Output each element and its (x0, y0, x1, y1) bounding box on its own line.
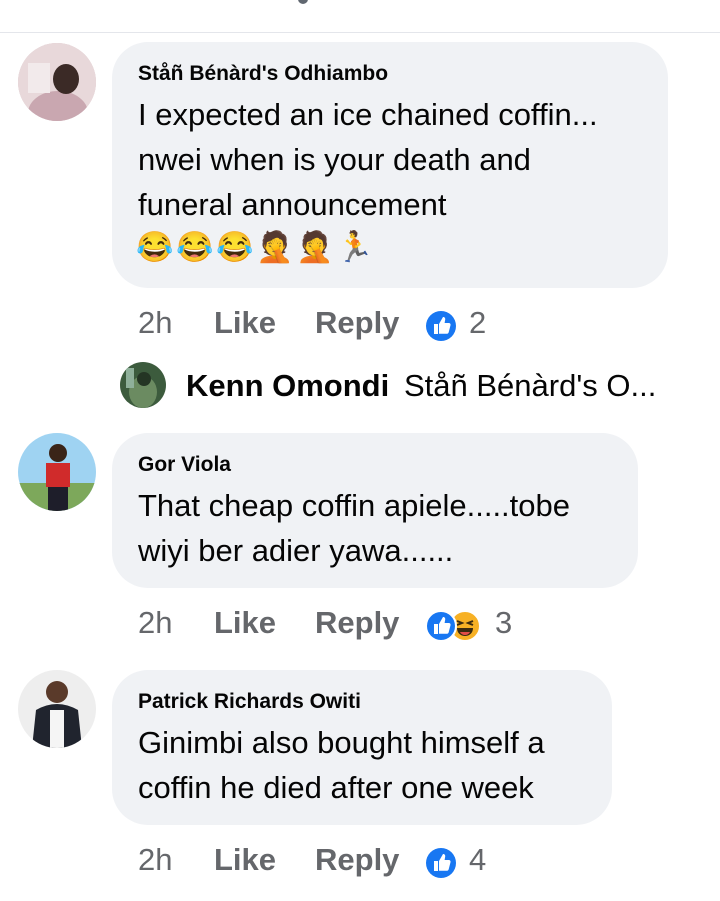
avatar[interactable] (18, 433, 96, 511)
like-button[interactable]: Like (214, 842, 276, 878)
comment-text-line: funeral announcement (138, 187, 447, 222)
comment-actions: 2h Like Reply 3 (138, 605, 558, 645)
header-fragment (298, 0, 308, 4)
like-icon (426, 848, 456, 878)
comment-text-line: I expected an ice chained coffin... (138, 97, 598, 132)
reply-snippet[interactable]: Ståñ Bénàrd's O... (404, 368, 656, 404)
comment-author[interactable]: Ståñ Bénàrd's Odhiambo (138, 62, 388, 86)
comment-text-line: wiyi ber adier yawa...... (138, 533, 454, 568)
comment-text-line: nwei when is your death and (138, 142, 531, 177)
reply-preview[interactable]: Kenn Omondi Ståñ Bénàrd's O... (120, 360, 680, 412)
top-divider (0, 0, 720, 33)
like-icon (426, 311, 456, 341)
reaction-summary[interactable]: 3 (425, 605, 525, 645)
reaction-count: 2 (469, 305, 487, 340)
reply-button[interactable]: Reply (315, 305, 399, 341)
comment-author[interactable]: Patrick Richards Owiti (138, 690, 361, 714)
comment-actions: 2h Like Reply 2 (138, 305, 538, 345)
comment-emojis: 😂😂😂🤦🤦🏃 (136, 230, 376, 266)
comment-bubble[interactable]: Ståñ Bénàrd's Odhiambo I expected an ice… (112, 42, 668, 288)
comment-text-line: That cheap coffin apiele.....tobe (138, 488, 571, 523)
like-icon (425, 610, 457, 642)
avatar[interactable] (18, 43, 96, 121)
like-button[interactable]: Like (214, 305, 276, 341)
reaction-count: 3 (495, 605, 513, 640)
comment-author[interactable]: Gor Viola (138, 453, 231, 477)
comment-text-line: coffin he died after one week (138, 770, 534, 805)
laughing-emoji: 😂 (136, 231, 174, 264)
reply-button[interactable]: Reply (315, 842, 399, 878)
comment-actions: 2h Like Reply 4 (138, 842, 538, 882)
comment-bubble[interactable]: Patrick Richards Owiti Ginimbi also boug… (112, 670, 612, 825)
reaction-count: 4 (469, 842, 487, 877)
comment-time[interactable]: 2h (138, 605, 172, 641)
reply-button[interactable]: Reply (315, 605, 399, 641)
reply-author[interactable]: Kenn Omondi (186, 368, 389, 404)
comment-text-line: Ginimbi also bought himself a (138, 725, 545, 760)
comment-time[interactable]: 2h (138, 305, 172, 341)
reaction-summary[interactable]: 2 (425, 305, 505, 345)
reaction-summary[interactable]: 4 (425, 842, 505, 882)
facepalm-emoji: 🤦 (296, 231, 334, 264)
laughing-emoji: 😂 (216, 231, 254, 264)
like-button[interactable]: Like (214, 605, 276, 641)
reply-avatar[interactable] (120, 362, 166, 408)
avatar[interactable] (18, 670, 96, 748)
comment-bubble[interactable]: Gor Viola That cheap coffin apiele.....t… (112, 433, 638, 588)
facepalm-emoji: 🤦 (256, 231, 294, 264)
running-emoji: 🏃 (336, 231, 374, 264)
laughing-emoji: 😂 (176, 231, 214, 264)
comment-time[interactable]: 2h (138, 842, 172, 878)
